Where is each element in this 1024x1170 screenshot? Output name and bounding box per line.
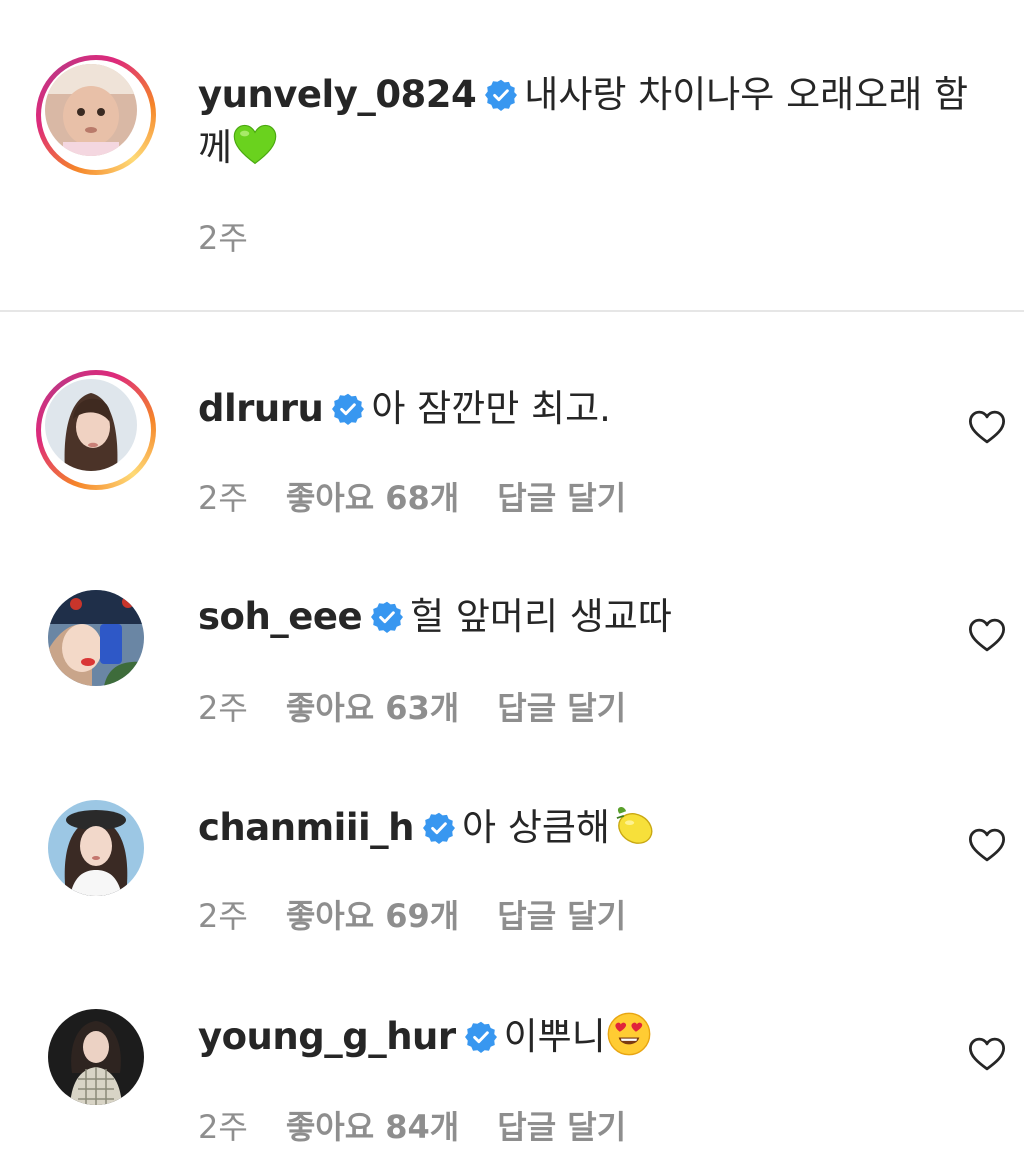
comment-time: 2주 <box>198 479 248 517</box>
comment-item: dlruru 아 잠깐만 최고. 2주 좋아요 68개 답글 달기 <box>0 368 1024 548</box>
comment-line: dlruru 아 잠깐만 최고. <box>198 384 611 434</box>
comment-meta: 2주 좋아요 63개 답글 달기 <box>198 688 626 728</box>
post-caption: yunvely_0824 내사랑 차이나우 오래오래 함 께 2주 <box>0 0 1024 312</box>
like-heart-icon[interactable] <box>966 824 1008 866</box>
caption-line-1: yunvely_0824 내사랑 차이나우 오래오래 함 <box>198 70 968 120</box>
reply-button[interactable]: 답글 달기 <box>497 688 626 728</box>
comment-username[interactable]: young_g_hur <box>198 1015 456 1058</box>
caption-line-2: 께 <box>198 122 278 173</box>
comment-likes[interactable]: 좋아요 68개 <box>286 478 459 518</box>
like-heart-icon[interactable] <box>966 1033 1008 1075</box>
green-heart-icon <box>233 124 277 165</box>
comment-meta: 2주 좋아요 69개 답글 달기 <box>198 896 626 936</box>
caption-avatar[interactable] <box>36 55 156 175</box>
like-heart-icon[interactable] <box>966 614 1008 656</box>
comment-avatar[interactable] <box>36 370 156 490</box>
comment-avatar[interactable] <box>48 1009 144 1105</box>
reply-button[interactable]: 답글 달기 <box>497 896 626 936</box>
comment-avatar[interactable] <box>48 800 144 896</box>
comment-item: young_g_hur 이뿌니 2주 좋아요 84개 답글 달기 <box>0 1007 1024 1167</box>
caption-meta: 2주 <box>198 218 248 258</box>
profile-photo-icon <box>48 1009 144 1105</box>
comment-username[interactable]: soh_eee <box>198 595 363 638</box>
comment-line: soh_eee 헐 앞머리 생교따 <box>198 592 672 642</box>
profile-photo-icon <box>48 800 144 896</box>
profile-photo-icon <box>45 379 137 471</box>
comment-username[interactable]: chanmiii_h <box>198 806 415 849</box>
comment-line: chanmiii_h 아 상큼해 <box>198 802 656 853</box>
verified-badge-icon <box>423 812 456 844</box>
comment-meta: 2주 좋아요 84개 답글 달기 <box>198 1107 626 1147</box>
verified-badge-icon <box>464 1021 497 1053</box>
comment-time: 2주 <box>198 897 248 935</box>
comment-item: soh_eee 헐 앞머리 생교따 2주 좋아요 63개 답글 달기 <box>0 588 1024 738</box>
profile-photo-icon <box>48 590 144 686</box>
comment-meta: 2주 좋아요 68개 답글 달기 <box>198 478 626 518</box>
verified-badge-icon <box>332 393 365 425</box>
caption-text-2: 께 <box>198 126 233 169</box>
comment-likes[interactable]: 좋아요 69개 <box>286 896 459 936</box>
comment-text: 이뿌니 <box>503 1015 606 1058</box>
reply-button[interactable]: 답글 달기 <box>497 478 626 518</box>
lemon-icon <box>616 807 653 844</box>
comment-time: 2주 <box>198 1108 248 1146</box>
caption-username[interactable]: yunvely_0824 <box>198 73 477 116</box>
comment-text: 아 상큼해 <box>462 806 610 849</box>
profile-photo-icon <box>45 64 137 156</box>
comment-line: young_g_hur 이뿌니 <box>198 1011 652 1062</box>
comment-text: 아 잠깐만 최고. <box>371 387 611 430</box>
comment-avatar[interactable] <box>48 590 144 686</box>
like-heart-icon[interactable] <box>966 406 1008 448</box>
caption-text-1: 내사랑 차이나우 오래오래 함 <box>524 73 969 116</box>
caption-divider <box>0 310 1024 312</box>
heart-eyes-face-icon <box>607 1012 651 1056</box>
comment-time: 2주 <box>198 689 248 727</box>
comment-username[interactable]: dlruru <box>198 387 324 430</box>
comment-likes[interactable]: 좋아요 84개 <box>286 1107 459 1147</box>
comment-item: chanmiii_h 아 상큼해 2주 좋아요 69개 답글 달기 <box>0 798 1024 948</box>
verified-badge-icon <box>371 601 404 633</box>
caption-time: 2주 <box>198 219 248 257</box>
verified-badge-icon <box>485 79 518 111</box>
reply-button[interactable]: 답글 달기 <box>497 1107 626 1147</box>
comment-likes[interactable]: 좋아요 63개 <box>286 688 459 728</box>
comment-text: 헐 앞머리 생교따 <box>410 595 672 638</box>
